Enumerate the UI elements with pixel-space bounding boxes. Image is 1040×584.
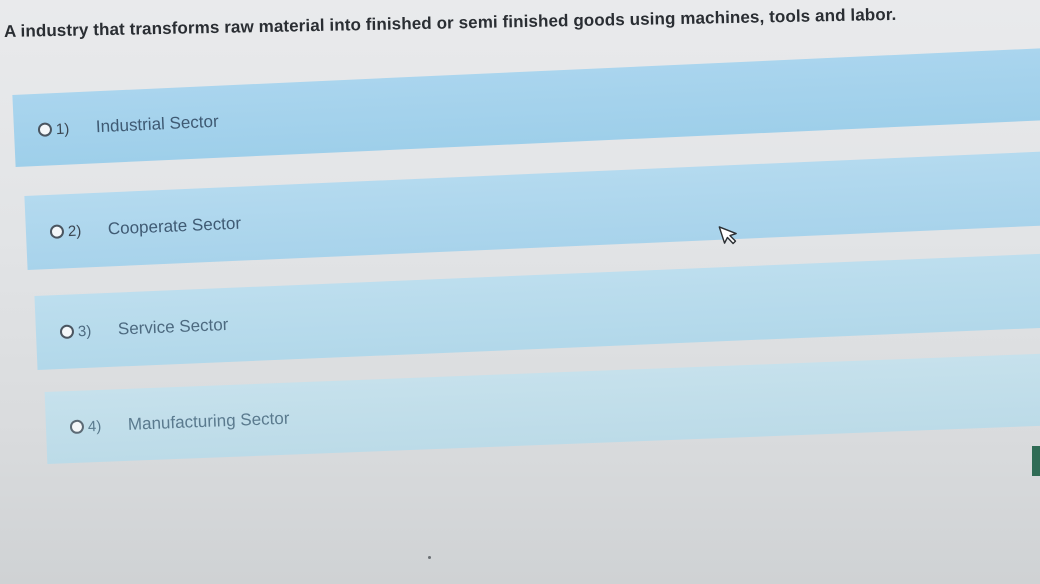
option-2[interactable]: 2) Cooperate Sector (24, 150, 1040, 270)
radio-icon[interactable] (49, 224, 65, 239)
radio-icon[interactable] (37, 122, 53, 137)
radio-icon[interactable] (69, 419, 85, 435)
option-4[interactable]: 4) Manufacturing Sector (44, 352, 1040, 464)
option-number: 4) (87, 417, 102, 435)
option-number: 2) (67, 222, 82, 240)
radio-icon[interactable] (59, 324, 75, 339)
option-label: Manufacturing Sector (127, 408, 290, 434)
screen-speck (428, 556, 431, 559)
option-1[interactable]: 1) Industrial Sector (12, 47, 1040, 167)
edge-indicator (1032, 446, 1040, 476)
option-label: Service Sector (117, 314, 229, 339)
option-label: Cooperate Sector (107, 213, 242, 239)
question-text: A industry that transforms raw material … (3, 4, 897, 41)
option-3[interactable]: 3) Service Sector (34, 252, 1040, 370)
option-number: 3) (77, 322, 92, 340)
option-label: Industrial Sector (95, 111, 220, 137)
option-number: 1) (55, 119, 70, 138)
